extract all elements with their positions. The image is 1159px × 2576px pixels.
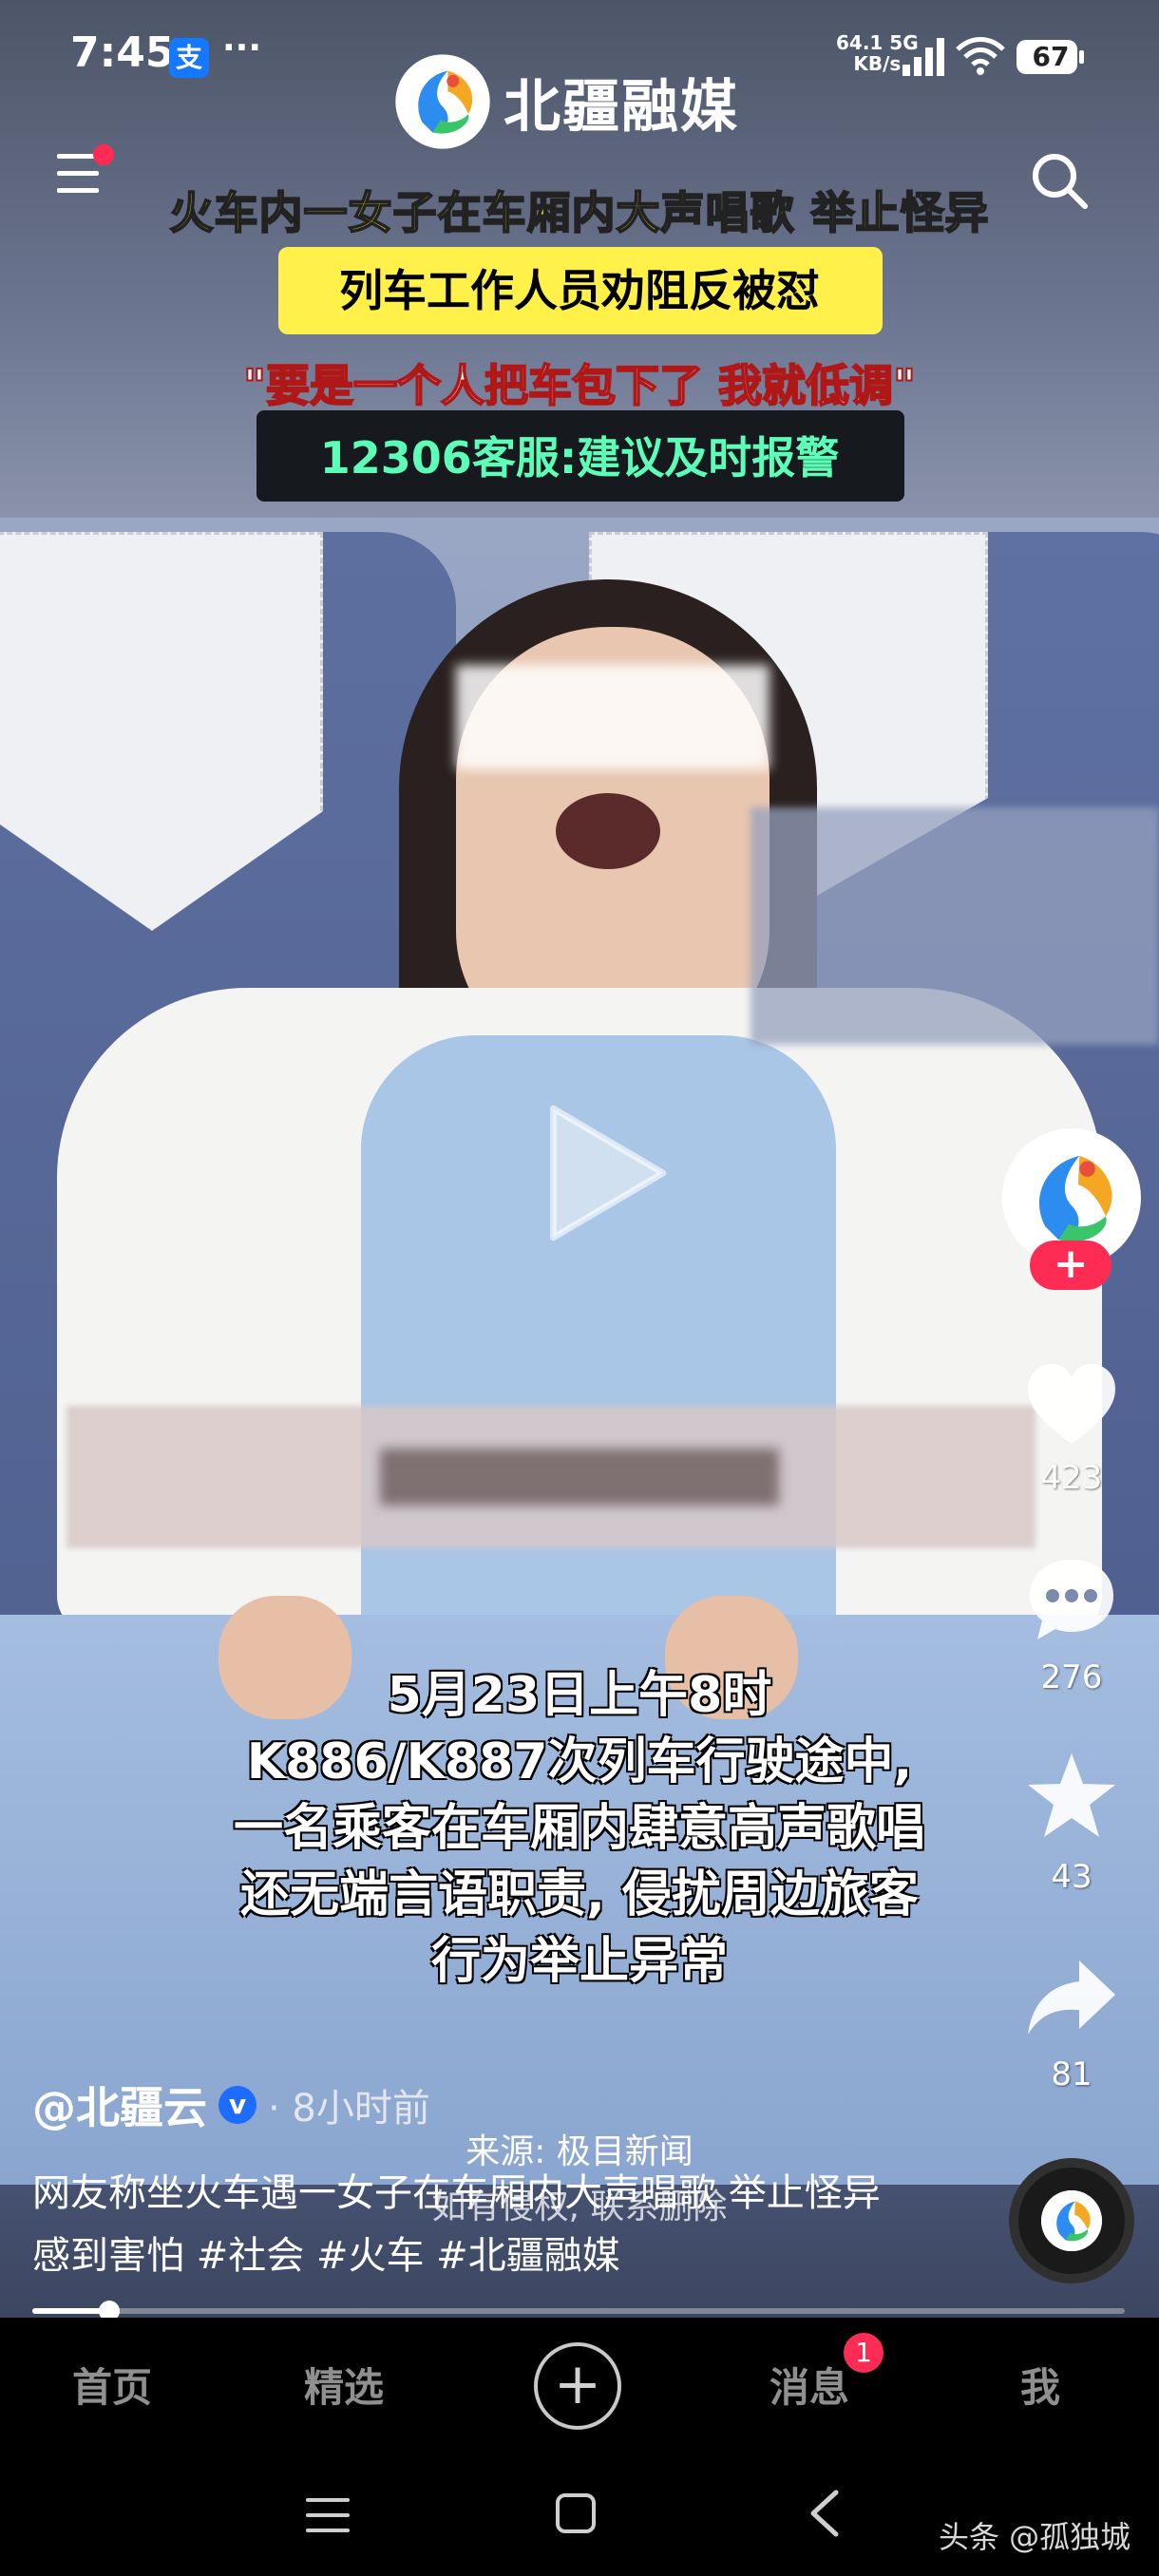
video-progress-fill [32,2308,109,2314]
add-post-button[interactable]: + [534,2342,621,2430]
post-caption[interactable]: 网友称坐火车遇一女子在车厢内大声唱歌 举止怪异 感到害怕 #社会 #火车 #北疆… [32,2162,887,2287]
favorite-count: 43 [1051,1858,1092,1896]
like-count: 423 [1040,1459,1103,1497]
tab-home[interactable]: 首页 [72,2356,152,2414]
subtitle-line: 还无端言语职责, 侵扰周边旅客 [240,1866,919,1923]
headline-4: 12306客服:建议及时报警 [319,432,840,483]
star-icon[interactable] [1024,1750,1119,1841]
status-bar: 7:45 支 ··· 64.1 5G KB/s 67 [0,0,1159,114]
back-icon[interactable] [806,2489,844,2538]
blurred-region [750,807,1159,1045]
headline-2: 列车工作人员劝阻反被怼 [339,265,820,316]
follow-button[interactable]: + [1030,1241,1112,1290]
share-count: 81 [1051,2055,1092,2093]
author-name[interactable]: @北疆云 [32,2074,207,2136]
cellular-signal-icon [902,38,944,76]
headline-3: "要是一个人把车包下了 我就低调" [242,359,917,412]
alipay-icon: 支 [169,38,209,78]
subtitle-line: 一名乘客在车厢内肆意高声歌唱 [233,1800,925,1857]
music-disc-logo-icon [1041,2190,1102,2251]
tab-messages[interactable]: 消息 [770,2356,849,2414]
comment-count: 276 [1040,1658,1103,1696]
headline-1: 火车内一女子在车厢内大声唱歌 举止怪异 [168,186,990,239]
messages-badge: 1 [844,2333,884,2373]
heart-icon[interactable] [1024,1360,1119,1451]
home-icon[interactable] [555,2492,597,2534]
play-icon[interactable] [518,1092,679,1254]
recent-apps-icon[interactable] [306,2496,350,2534]
status-time: 7:45 [70,28,175,77]
wifi-icon [956,37,1005,75]
search-icon[interactable] [1026,147,1092,214]
video-subtitle: 5月23日上午8时 K886/K887次列车行驶途中, 一名乘客在车厢内肆意高声… [0,1662,1159,1995]
author-row: @北疆云 v · 8小时前 [32,2076,430,2133]
person-mouth [556,793,660,869]
verified-icon: v [218,2086,256,2124]
notification-dot [93,144,114,165]
music-disc-cover [1041,2190,1102,2251]
share-icon[interactable] [1024,1953,1119,2044]
subtitle-line: 行为举止异常 [430,1933,728,1990]
video-progress-bar[interactable] [32,2301,1125,2321]
source-watermark: 头条 @孤独城 [939,2519,1131,2555]
comment-icon[interactable] [1024,1554,1119,1645]
music-disc[interactable] [1009,2158,1134,2283]
more-notifications-icon: ··· [222,28,262,67]
subtitle-line: K886/K887次列车行驶途中, [246,1733,913,1790]
blurred-caption-text [380,1449,779,1506]
tab-featured[interactable]: 精选 [304,2356,384,2414]
video-player[interactable]: 火车内一女子在车厢内大声唱歌 举止怪异 列车工作人员劝阻反被怼 "要是一个人把车… [0,0,1159,2318]
post-time: · 8小时前 [268,2087,430,2131]
tab-me[interactable]: 我 [1020,2356,1060,2414]
face-mosaic [456,665,770,769]
battery-level: 67 [1032,41,1070,72]
subtitle-line: 5月23日上午8时 [387,1667,772,1724]
